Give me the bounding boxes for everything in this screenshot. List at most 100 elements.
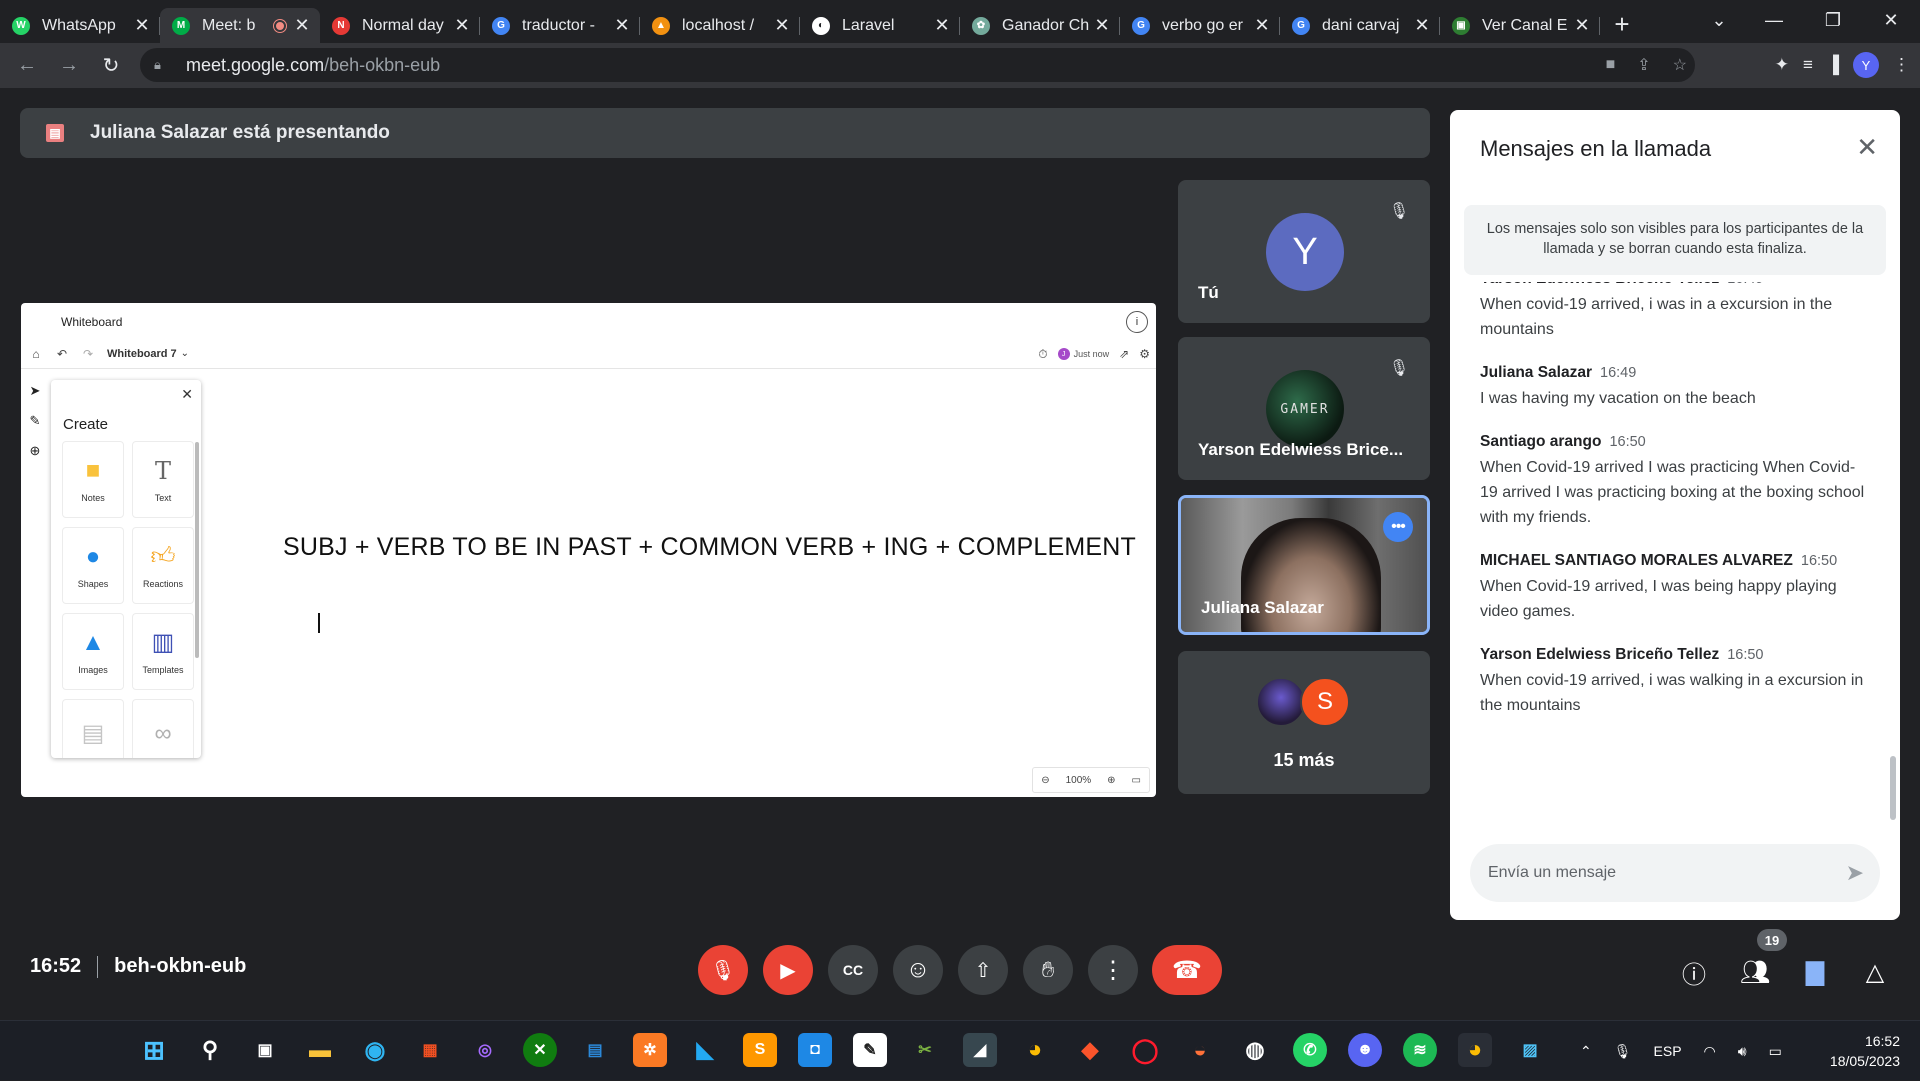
present-screen-button[interactable]: ⇧: [958, 945, 1008, 995]
tab-close-icon[interactable]: ✕: [774, 15, 790, 36]
participant-tile-juliana[interactable]: ••• Juliana Salazar: [1178, 495, 1430, 635]
chrome-active-icon[interactable]: ◕: [1458, 1033, 1492, 1067]
camera-in-use-icon[interactable]: ■: [1606, 56, 1616, 74]
create-item[interactable]: ∞: [132, 699, 194, 758]
microphone-icon[interactable]: 🎙︎: [1614, 1043, 1632, 1060]
bookmark-star-icon[interactable]: ☆: [1673, 55, 1687, 75]
create-item[interactable]: 👍︎ Reactions: [132, 527, 194, 604]
new-tab-button[interactable]: +: [1604, 7, 1640, 43]
browser-tab[interactable]: ◐ Laravel ✕: [800, 8, 960, 43]
create-item[interactable]: ▥ Templates: [132, 613, 194, 690]
browser-tab[interactable]: W WhatsApp ✕: [0, 8, 160, 43]
close-icon[interactable]: ✕: [1856, 132, 1878, 163]
back-button[interactable]: ←: [10, 49, 44, 83]
browser-tab[interactable]: Gtraductor - ✕: [480, 8, 640, 43]
tab-close-icon[interactable]: ✕: [1094, 15, 1110, 36]
fit-screen-icon[interactable]: ▭: [1132, 775, 1141, 786]
panel-scrollbar[interactable]: [195, 442, 199, 658]
settings-gear-icon[interactable]: ⚙: [1139, 347, 1150, 361]
emoji-button[interactable]: ☺: [893, 945, 943, 995]
opera-icon[interactable]: ◯: [1128, 1033, 1162, 1067]
close-window-button[interactable]: ✕: [1862, 0, 1920, 40]
discord-icon[interactable]: ☻: [1348, 1033, 1382, 1067]
send-icon[interactable]: ➤: [1846, 860, 1864, 886]
browser-tab[interactable]: ▣ Ver Canal E ✕: [1440, 8, 1600, 43]
participant-tile-self[interactable]: Y 🎙︎ Tú: [1178, 180, 1430, 323]
select-pointer-icon[interactable]: ➤: [30, 383, 41, 399]
xbox-icon[interactable]: ✕: [523, 1033, 557, 1067]
tab-close-icon[interactable]: ✕: [1574, 15, 1590, 36]
meeting-details-icon[interactable]: ⓘ: [1674, 952, 1714, 992]
participant-tile-yarson[interactable]: GAMER 🎙︎ Yarson Edelwiess Brice...: [1178, 337, 1430, 480]
chat-scrollbar[interactable]: [1890, 756, 1896, 820]
spotify-icon[interactable]: ≋: [1403, 1033, 1437, 1067]
reload-button[interactable]: ↻: [94, 49, 128, 83]
leave-call-button[interactable]: ☎: [1152, 945, 1222, 995]
participant-tile-more[interactable]: S 15 más: [1178, 651, 1430, 794]
undo-icon[interactable]: ↶: [49, 347, 75, 361]
more-options-icon[interactable]: •••: [1383, 512, 1413, 542]
brave-icon[interactable]: ◆: [1073, 1033, 1107, 1067]
add-circle-icon[interactable]: ⊕: [30, 443, 41, 459]
obs-icon[interactable]: ◍: [1238, 1033, 1272, 1067]
tab-close-icon[interactable]: ✕: [134, 15, 150, 36]
photos-icon[interactable]: ▨: [1513, 1033, 1547, 1067]
create-item[interactable]: ● Shapes: [62, 527, 124, 604]
tab-close-icon[interactable]: ✕: [1414, 15, 1430, 36]
chat-icon[interactable]: ▇: [1795, 952, 1835, 992]
browser-tab[interactable]: Gverbo go er ✕: [1120, 8, 1280, 43]
browser-tab[interactable]: N Normal day ✕: [320, 8, 480, 43]
edge-icon[interactable]: ◉: [358, 1033, 392, 1067]
battery-icon[interactable]: ▭: [1769, 1043, 1782, 1060]
extensions-icon[interactable]: ✦: [1775, 55, 1789, 75]
people-icon[interactable]: 👥︎: [1735, 952, 1775, 992]
browser-tab[interactable]: Gdani carvaj ✕: [1280, 8, 1440, 43]
draw-app-icon[interactable]: ✎: [853, 1033, 887, 1067]
pen-icon[interactable]: ✎: [30, 413, 41, 429]
chrome-icon[interactable]: ◕: [1018, 1033, 1052, 1067]
create-item[interactable]: T Text: [132, 441, 194, 518]
tools-icon[interactable]: ✂: [908, 1033, 942, 1067]
xampp-icon[interactable]: ✲: [633, 1033, 667, 1067]
address-bar[interactable]: 🔒︎ meet.google.com/beh-okbn-eub ■ ⇪ ☆: [140, 48, 1695, 82]
search-icon[interactable]: ⚲: [193, 1033, 227, 1067]
store-icon[interactable]: ▦: [413, 1033, 447, 1067]
camera-off-button[interactable]: ▶: [763, 945, 813, 995]
maximize-button[interactable]: ❐: [1804, 0, 1862, 40]
browser-tab[interactable]: ▲ localhost / ✕: [640, 8, 800, 43]
notepad-icon[interactable]: ▤: [578, 1033, 612, 1067]
zoom-out-icon[interactable]: ⊖: [1041, 775, 1049, 786]
tab-close-icon[interactable]: ✕: [454, 15, 470, 36]
side-panel-icon[interactable]: ▐: [1827, 55, 1839, 75]
captions-button[interactable]: CC: [828, 945, 878, 995]
chevron-down-icon[interactable]: ⌄: [181, 348, 189, 359]
browser-tab[interactable]: M Meet: b ✕: [160, 8, 320, 43]
task-view-icon[interactable]: ▣: [248, 1033, 282, 1067]
board-text[interactable]: SUBJ + VERB TO BE IN PAST + COMMON VERB …: [283, 533, 1136, 562]
message-input[interactable]: [1488, 864, 1828, 882]
share-icon[interactable]: ⇗: [1119, 347, 1129, 361]
volume-icon[interactable]: 🔊︎: [1738, 1043, 1747, 1060]
tab-close-icon[interactable]: ✕: [614, 15, 630, 36]
zoom-in-icon[interactable]: ⊕: [1107, 775, 1115, 786]
board-name[interactable]: Whiteboard 7: [107, 348, 177, 360]
taskbar-clock[interactable]: 16:52 18/05/2023: [1830, 1031, 1900, 1071]
firefox-icon[interactable]: ◒: [1183, 1033, 1217, 1067]
mysql-icon[interactable]: ◢: [963, 1033, 997, 1067]
close-icon[interactable]: ✕: [181, 386, 193, 403]
vscode-icon[interactable]: ◣: [688, 1033, 722, 1067]
wifi-icon[interactable]: ◠: [1704, 1043, 1716, 1060]
share-icon[interactable]: ⇪: [1637, 55, 1650, 75]
whatsapp-icon[interactable]: ✆: [1293, 1033, 1327, 1067]
mic-off-button[interactable]: 🎙︎: [698, 945, 748, 995]
create-item[interactable]: ▤: [62, 699, 124, 758]
start-button[interactable]: ⊞: [137, 1033, 171, 1067]
tab-close-icon[interactable]: ✕: [934, 15, 950, 36]
app-icon-2[interactable]: ◘: [798, 1033, 832, 1067]
browser-tab[interactable]: ✿ Ganador Ch ✕: [960, 8, 1120, 43]
more-options-button[interactable]: ⋮: [1088, 945, 1138, 995]
file-explorer-icon[interactable]: ▬: [303, 1033, 337, 1067]
activities-icon[interactable]: △: [1855, 952, 1895, 992]
create-item[interactable]: ■ Notes: [62, 441, 124, 518]
tab-close-icon[interactable]: ✕: [294, 15, 310, 36]
